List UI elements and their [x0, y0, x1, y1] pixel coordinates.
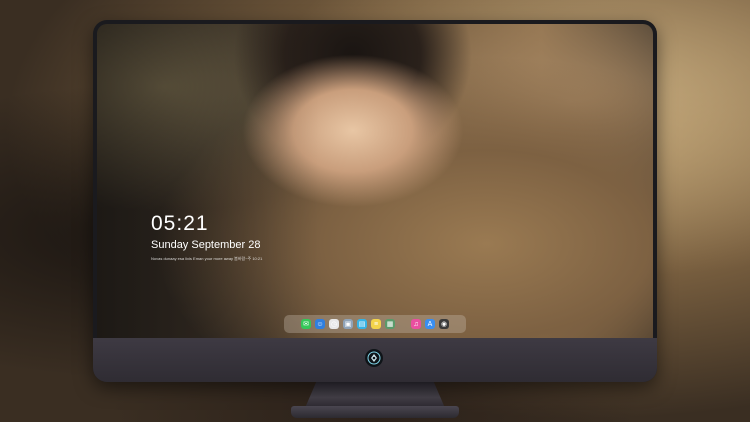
preview-icon[interactable]: ▣	[343, 319, 353, 329]
camera-icon[interactable]: ◉	[439, 319, 449, 329]
lock-quote: Novas dunaay esa lixis Eman your more aw…	[151, 256, 263, 261]
monitor-stand-neck	[305, 382, 445, 408]
finder-icon[interactable]: ☺	[315, 319, 325, 329]
monitor-stand-base	[291, 406, 459, 418]
brand-logo-icon	[365, 349, 383, 367]
app-store-icon[interactable]: A	[425, 319, 435, 329]
lock-clock: 05:21	[151, 212, 209, 235]
lock-screen: 05:21 Sunday September 28 Novas dunaay e…	[97, 24, 653, 338]
files-icon[interactable]: ▤	[357, 319, 367, 329]
clock-icon[interactable]: ◷	[329, 319, 339, 329]
dock: ✉ ☺ ◷ ▣ ▤ ≡ ▦ ♫ A ◉	[284, 315, 466, 333]
lock-date: Sunday September 28	[151, 239, 261, 251]
music-icon[interactable]: ♫	[411, 319, 421, 329]
messages-icon[interactable]: ✉	[301, 319, 311, 329]
photos-icon[interactable]: ▦	[385, 319, 395, 329]
notes-icon[interactable]: ≡	[371, 319, 381, 329]
